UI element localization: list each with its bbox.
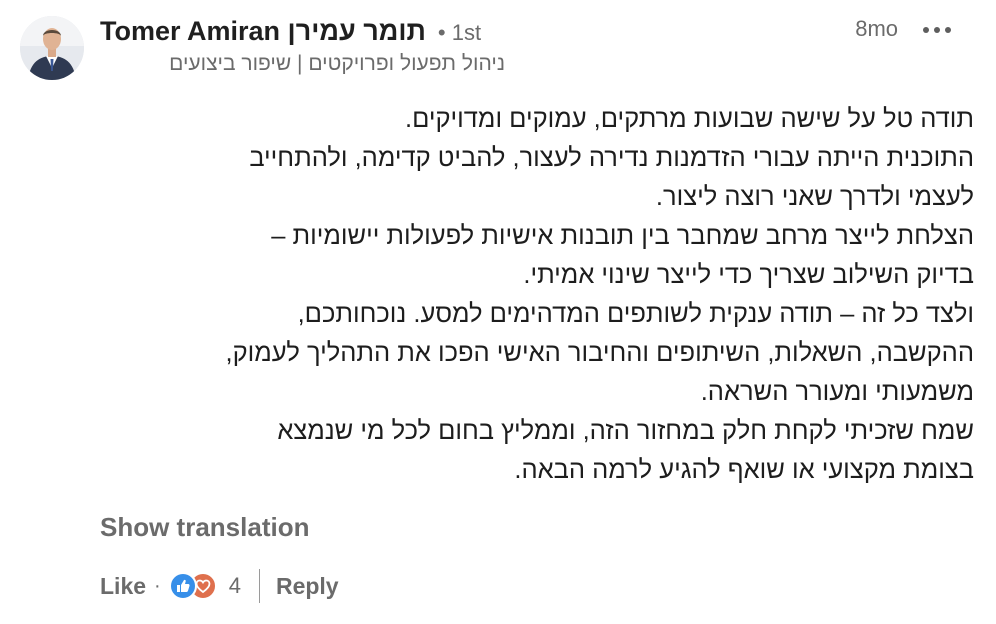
more-options-button[interactable] [920,16,954,44]
like-reaction-icon [168,572,197,600]
comment-actions: Like · 4 Reply [100,566,339,606]
comment-line: בדיוק השילוב שצריך כדי לייצר שינוי אמיתי… [523,261,974,289]
comment-line: ולצד כל זה – תודה ענקית לשותפים המדהימים… [297,300,974,328]
show-translation-button[interactable]: Show translation [100,512,309,543]
author-line: Tomer Amiran תומר עמירן • 1st [100,16,481,52]
comment: Tomer Amiran תומר עמירן • 1st ניהול תפעו… [0,0,996,624]
author-avatar[interactable] [20,16,84,80]
reactions-summary[interactable]: 4 [168,572,241,600]
separator-dot: · [154,574,161,597]
comment-line: הצלחת לייצר מרחב שמחבר בין תובנות אישיות… [271,222,974,250]
comment-line: בצומת מקצועי או שואף להגיע לרמה הבאה. [514,456,974,484]
comment-timestamp: 8mo [855,16,898,41]
author-name[interactable]: Tomer Amiran תומר עמירן [100,16,426,47]
comment-line: ההקשבה, השאלות, השיתופים והחיבור האישי ה… [225,339,975,367]
connection-degree: • 1st [437,20,482,45]
actions-divider [258,569,260,603]
reaction-count: 4 [228,573,241,598]
ellipsis-horizontal-icon [923,27,951,33]
like-button[interactable]: Like [100,573,146,600]
comment-line: התוכנית הייתה עבורי הזדמנות נדירה לעצור,… [249,144,974,172]
profile-photo [20,16,84,80]
comment-line: לעצמי ולדרך שאני רוצה ליצור. [655,183,974,211]
reply-button[interactable]: Reply [276,573,339,600]
comment-line: משמעותי ומעורר השראה. [700,378,974,406]
comment-line: תודה טל על שישה שבועות מרתקים, עמוקים ומ… [405,105,974,133]
author-headline: ניהול תפעול ופרויקטים | שיפור ביצועים [169,52,505,75]
comment-body: תודה טל על שישה שבועות מרתקים, עמוקים ומ… [100,100,975,490]
comment-line: שמח שזכיתי לקחת חלק במחזור הזה, וממליץ ב… [277,417,974,445]
